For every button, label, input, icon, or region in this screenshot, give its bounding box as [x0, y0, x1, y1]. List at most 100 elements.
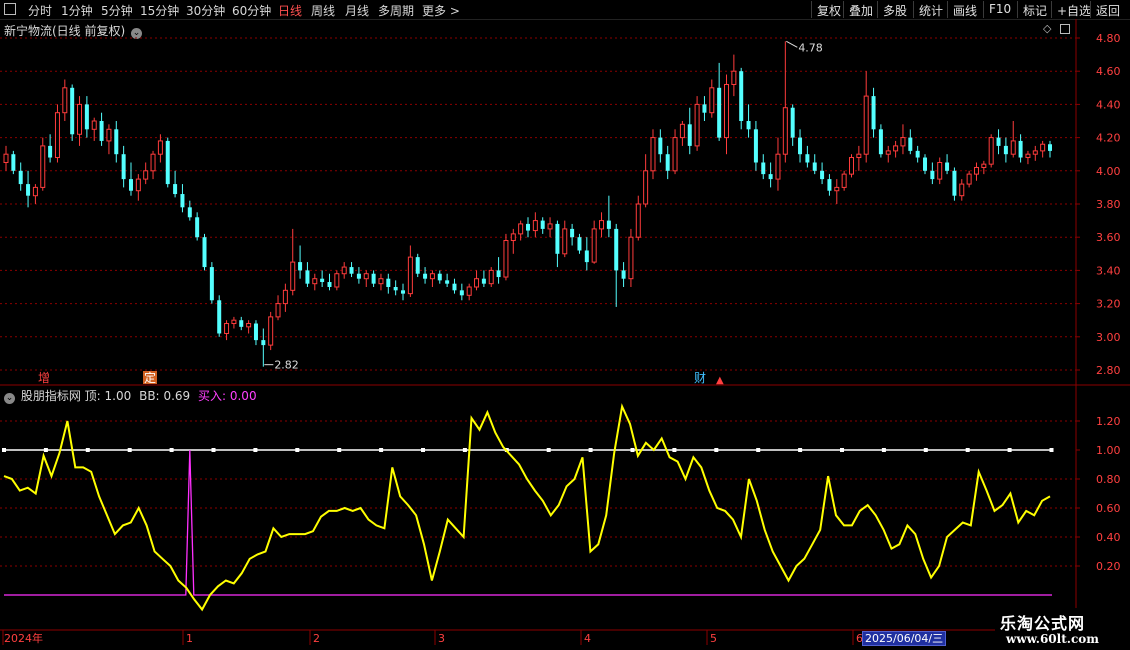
candle-body [312, 278, 318, 285]
reference-dot [2, 448, 6, 452]
reference-dot [421, 448, 425, 452]
candle-body [423, 273, 428, 279]
candle-body [209, 267, 214, 301]
candle-body [614, 228, 619, 271]
candle-body [885, 150, 891, 155]
candle-body [282, 289, 288, 305]
candle-body [48, 145, 53, 158]
reference-dot [295, 448, 300, 452]
candle-body [643, 170, 649, 205]
candle-body [18, 170, 23, 185]
price-label: 3.00 [1096, 331, 1121, 344]
candle-body [415, 257, 420, 274]
candle-body [1032, 150, 1038, 155]
candle-body [488, 269, 494, 285]
candle-body [246, 323, 252, 328]
candle-body [672, 137, 678, 172]
candle-body [26, 184, 31, 196]
candle-body [99, 121, 104, 141]
candle-body [739, 71, 744, 121]
time-label: 4 [584, 632, 591, 645]
candle-body [937, 162, 943, 180]
reference-dot [1007, 448, 1012, 452]
candle-body [356, 273, 361, 279]
candle-body [371, 273, 376, 284]
candle-body [827, 179, 832, 191]
candle-body [753, 129, 758, 163]
candle-body [298, 262, 303, 271]
candle-body [150, 153, 156, 172]
candle-body [180, 194, 185, 208]
candle-body [114, 129, 119, 155]
time-label: 1 [186, 632, 193, 645]
indicator-label: 1.20 [1096, 415, 1121, 428]
candle-body [798, 137, 803, 155]
candle-body [923, 157, 928, 171]
candle-body [173, 184, 178, 195]
candle-body [407, 256, 413, 295]
reference-dot [672, 448, 677, 452]
candle-body [1048, 144, 1052, 151]
candle-body [496, 270, 501, 278]
candle-body [790, 107, 795, 138]
reference-dot [798, 448, 803, 452]
price-label: 4.80 [1096, 32, 1121, 45]
candle-body [378, 278, 384, 285]
candle-body [768, 174, 773, 180]
candle-body [724, 83, 730, 139]
candle-body [570, 228, 575, 238]
candle-body [253, 323, 258, 341]
price-label: 4.00 [1096, 165, 1121, 178]
candle-body [526, 223, 530, 231]
candle-body [3, 153, 9, 163]
candle-body [782, 107, 788, 155]
candle-body [429, 273, 435, 280]
candle-body [195, 217, 200, 238]
reference-dot [253, 448, 258, 452]
reference-dot [630, 448, 635, 452]
candle-body [349, 267, 354, 274]
candle-body [518, 223, 524, 235]
candle-body [401, 290, 406, 294]
candle-body [466, 286, 472, 296]
candle-body [856, 153, 862, 159]
kline-chart[interactable]: 4.80 4.60 4.40 4.20 4.00 3.80 3.60 3.40 3.20 3.00… [0, 0, 1130, 650]
indicator-label: 1.00 [1096, 444, 1121, 457]
candle-body [157, 140, 163, 155]
candle-body [775, 153, 781, 180]
candle-body [878, 129, 883, 155]
time-label: 2 [313, 632, 320, 645]
price-label: 2.80 [1096, 364, 1121, 377]
candle-body [555, 223, 560, 254]
candle-body [459, 290, 464, 296]
price-label: 3.40 [1096, 264, 1121, 277]
candle-body [165, 140, 170, 185]
price-label: 3.60 [1096, 231, 1121, 244]
reference-dot [714, 448, 719, 452]
candle-body [621, 270, 626, 279]
candle-body [841, 173, 847, 188]
reference-dot [127, 448, 132, 452]
high-label: 4.78 [798, 41, 823, 54]
candle-body [128, 179, 133, 191]
candle-body [871, 96, 876, 130]
candle-body [658, 137, 663, 155]
candle-body [694, 103, 700, 147]
candle-body [275, 303, 281, 318]
candle-body [445, 280, 450, 284]
candle-body [540, 220, 545, 229]
candle-body [290, 261, 296, 291]
candle-body [988, 137, 994, 165]
candle-body [848, 157, 854, 175]
candle-body [121, 154, 126, 180]
candle-body [820, 170, 825, 180]
reference-dot [337, 448, 342, 452]
candle-body [305, 270, 310, 284]
candle-body [709, 87, 715, 114]
reference-dot [379, 448, 384, 452]
buy-line [4, 449, 1052, 596]
event-marker: 财 [694, 371, 706, 385]
candle-body [900, 137, 906, 147]
watermark-title: 乐淘公式网 [1000, 614, 1086, 633]
candle-body [635, 203, 641, 238]
